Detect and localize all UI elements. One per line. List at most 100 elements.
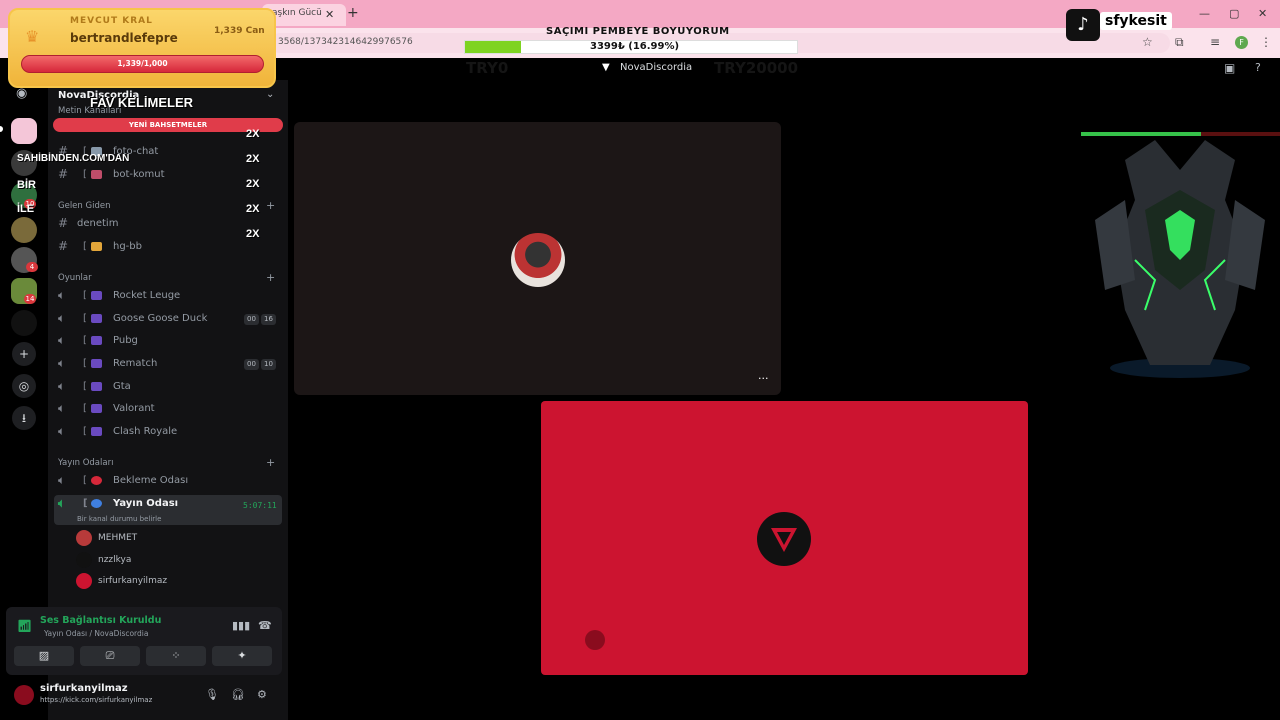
- mention-badge: 14: [24, 294, 36, 304]
- category-oyunlar[interactable]: Oyunlar: [58, 273, 92, 283]
- reading-list-icon[interactable]: ≡: [1210, 35, 1220, 49]
- more-options-icon[interactable]: ···: [758, 372, 769, 385]
- fav-multiplier: 2X: [246, 153, 260, 165]
- voice-channel-bekleme[interactable]: 🔈︎ [ Bekleme Odası: [58, 472, 282, 492]
- voice-user-name: nzzlkya: [98, 555, 132, 565]
- microphone-icon[interactable]: 🎙︎: [205, 688, 219, 701]
- ghost-label-left: TRY0: [466, 59, 509, 77]
- noise-suppression-icon[interactable]: ▮▮▮: [232, 619, 250, 632]
- camera-off-button[interactable]: ▨: [14, 646, 74, 666]
- chevron-down-icon[interactable]: ⌄: [266, 89, 274, 100]
- gamepad-emoji-icon: [91, 291, 102, 300]
- voice-user-name: MEHMET: [98, 533, 138, 543]
- category-yayin-odalari[interactable]: Yayın Odaları: [58, 458, 113, 468]
- add-channel-icon[interactable]: +: [266, 199, 275, 212]
- add-server-icon[interactable]: +: [12, 342, 36, 366]
- window-close-icon[interactable]: ✕: [1258, 7, 1267, 20]
- speaker-icon: 🔈︎: [58, 401, 66, 415]
- mention-badge: 4: [26, 262, 38, 272]
- fav-multiplier: 2X: [246, 203, 260, 215]
- speaker-icon: 🔈︎: [58, 473, 66, 487]
- minimize-icon[interactable]: —: [1199, 7, 1210, 20]
- fav-words-title: FAV KELİMELER: [90, 95, 194, 110]
- fav-word: BİR: [17, 179, 36, 191]
- fav-word: SAHİBİNDEN.COM'DAN: [17, 153, 130, 164]
- headphones-icon[interactable]: 🎧︎: [231, 688, 245, 701]
- user-avatar[interactable]: [14, 685, 34, 705]
- gamepad-emoji-icon: [91, 336, 102, 345]
- maximize-icon[interactable]: ▢: [1229, 7, 1239, 20]
- download-icon[interactable]: ⭳: [12, 406, 36, 430]
- voice-channel-path: Yayın Odası / NovaDiscordia: [44, 629, 149, 638]
- browser-menu-icon[interactable]: ⋮: [1260, 35, 1272, 49]
- avatar: [76, 530, 92, 546]
- voice-channel-pubg[interactable]: 🔈︎ [ Pubg: [58, 332, 282, 352]
- disconnect-icon[interactable]: ☎: [258, 619, 272, 632]
- help-icon[interactable]: ?: [1255, 61, 1261, 74]
- avatar: [76, 573, 92, 589]
- activities-button[interactable]: ⁘: [146, 646, 206, 666]
- ghost-label-right: TRY20000: [714, 59, 799, 77]
- participant-avatar: [511, 233, 565, 287]
- hash-icon: #: [58, 239, 69, 253]
- voice-channel-valorant[interactable]: 🔈︎ [ Valorant: [58, 400, 282, 420]
- voice-channel-rocket-leuge[interactable]: 🔈︎ [ Rocket Leuge: [58, 287, 282, 307]
- stream-logo: [757, 512, 811, 566]
- voice-connected-label[interactable]: Ses Bağlantısı Kuruldu: [40, 615, 161, 626]
- logo-chevron-icon: [771, 528, 797, 552]
- signal-icon[interactable]: 📶︎: [17, 619, 32, 633]
- tiktok-handle: sfykesit: [1100, 12, 1172, 30]
- stream-timer: 5:07:11: [243, 501, 277, 510]
- hash-icon: #: [58, 216, 69, 230]
- user-status-link: https://kick.com/sirfurkanyilmaz: [40, 696, 153, 704]
- server-icon-7[interactable]: [11, 310, 37, 336]
- channel-label: denetim: [77, 218, 119, 229]
- new-tab-icon[interactable]: +: [347, 5, 359, 21]
- soundboard-button[interactable]: ✦: [212, 646, 272, 666]
- extensions-icon[interactable]: ⧉: [1175, 35, 1184, 50]
- channel-label: Rocket Leuge: [113, 290, 181, 301]
- voice-channel-gta[interactable]: 🔈︎ [ Gta: [58, 378, 282, 398]
- watermark-logo: [585, 630, 605, 650]
- inbox-icon[interactable]: ▣: [1224, 61, 1235, 75]
- user-limit: 16: [261, 314, 276, 325]
- fav-words-subtitle: YENİ BAHSETMELER: [128, 121, 208, 129]
- red-circle-icon: [91, 476, 102, 485]
- add-channel-icon[interactable]: +: [266, 271, 275, 284]
- close-tab-icon[interactable]: ✕: [325, 8, 334, 21]
- voice-channel-rematch[interactable]: 🔈︎ [ Rematch 00 10: [58, 355, 282, 375]
- king-hp: 1,339 Can: [214, 26, 265, 36]
- crown-icon: ♛: [25, 27, 40, 46]
- wave-emoji-icon: [91, 242, 102, 251]
- discover-icon[interactable]: ◎: [12, 374, 36, 398]
- fav-word: İLE: [17, 203, 35, 215]
- category-gelen-giden[interactable]: Gelen Giden: [58, 201, 110, 211]
- channel-label: Bekleme Odası: [113, 475, 189, 486]
- add-channel-icon[interactable]: +: [266, 456, 275, 469]
- profile-avatar[interactable]: F: [1235, 36, 1248, 49]
- screen-share-button[interactable]: ⎚: [80, 646, 140, 666]
- channel-hg-bb[interactable]: # [ hg-bb: [58, 238, 282, 258]
- username[interactable]: sirfurkanyilmaz: [40, 683, 128, 694]
- channel-status-prompt[interactable]: Bir kanal durumu belirle: [77, 515, 161, 523]
- server-icon-4[interactable]: [11, 217, 37, 243]
- server-icon-nova[interactable]: [11, 118, 37, 144]
- channel-label: Rematch: [113, 358, 158, 369]
- hash-icon: #: [58, 167, 69, 181]
- settings-gear-icon[interactable]: ⚙: [257, 688, 267, 701]
- channel-label: Valorant: [113, 403, 155, 414]
- fav-multiplier: 2X: [246, 128, 260, 140]
- tiktok-logo-icon: ♪: [1066, 9, 1100, 41]
- speaker-icon: 🔈︎: [58, 379, 66, 393]
- address-text: 3568/1373423146429976576: [278, 37, 413, 47]
- channel-label: Clash Royale: [113, 426, 178, 437]
- channel-label: Goose Goose Duck: [113, 313, 208, 324]
- speaker-icon: 🔈︎: [58, 424, 66, 438]
- speaker-icon: 🔈︎: [58, 288, 66, 302]
- voice-channel-clash-royale[interactable]: 🔈︎ [ Clash Royale: [58, 423, 282, 443]
- discord-home-icon[interactable]: ◉: [16, 86, 27, 101]
- bookmark-star-icon[interactable]: ☆: [1142, 35, 1153, 49]
- king-progress-text: 1,339/1,000: [117, 59, 168, 68]
- voice-channel-goose-goose-duck[interactable]: 🔈︎ [ Goose Goose Duck 00 16: [58, 310, 282, 330]
- channel-label: Yayın Odası: [113, 498, 179, 509]
